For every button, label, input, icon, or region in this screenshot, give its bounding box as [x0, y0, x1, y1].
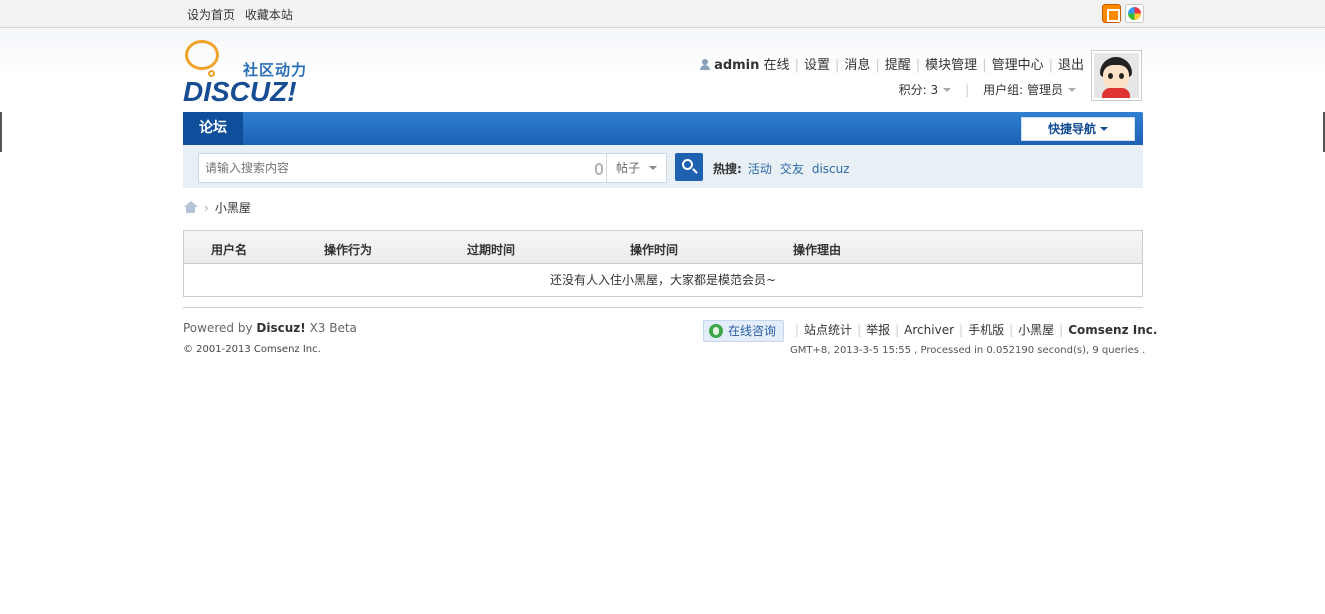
stats-link[interactable]: 站点统计	[804, 323, 852, 337]
chevron-down-icon	[1100, 127, 1108, 131]
credits-label: 积分: 3	[898, 83, 939, 97]
column-operate-time: 操作时间	[630, 243, 679, 257]
bookmark-link[interactable]: 收藏本站	[245, 8, 293, 22]
powered-by: Powered by Discuz! X3 Beta	[183, 321, 357, 335]
breadcrumb: › 小黑屋	[183, 199, 251, 216]
search-type-label: 帖子	[616, 161, 641, 175]
module-manage-link[interactable]: 模块管理	[925, 58, 977, 73]
copyright: © 2001-2013 Comsenz Inc.	[183, 344, 321, 355]
avatar[interactable]	[1091, 50, 1142, 101]
quick-nav-button[interactable]: 快捷导航	[1021, 117, 1135, 141]
powered-version: X3 Beta	[309, 321, 357, 335]
admin-center-link[interactable]: 管理中心	[992, 58, 1044, 73]
set-home-link[interactable]: 设为首页	[187, 8, 235, 22]
powered-prefix: Powered by	[183, 321, 253, 335]
home-icon[interactable]	[183, 201, 198, 214]
microphone-icon[interactable]	[595, 163, 603, 175]
consult-label: 在线咨询	[728, 324, 777, 338]
search-type-select[interactable]: 帖子	[606, 153, 667, 183]
company-link[interactable]: Comsenz Inc.	[1068, 323, 1157, 337]
discuz-logo[interactable]: 社区动力 DISCUZ!	[183, 38, 323, 107]
breadcrumb-arrow: ›	[204, 201, 209, 215]
avatar-image	[1094, 53, 1139, 98]
search-button[interactable]	[675, 153, 703, 181]
notifications-link[interactable]: 提醒	[885, 58, 911, 73]
hot-item-friends[interactable]: 交友	[780, 162, 804, 176]
hot-searches: 热搜: 活动 交友 discuz	[713, 160, 858, 177]
column-username: 用户名	[211, 243, 248, 257]
chevron-down-icon	[649, 166, 657, 170]
hot-item-discuz[interactable]: discuz	[812, 162, 850, 176]
search-bar: 帖子 热搜: 活动交友 discuz	[183, 145, 1143, 188]
table-header: 用户名 操作行为 过期时间 操作时间 操作理由	[184, 231, 1142, 264]
footer-links: | 站点统计 | 举报 | Archiver | 手机版 | 小黑屋 | Comsenz Inc.	[795, 323, 1158, 337]
column-action: 操作行为	[324, 243, 373, 257]
top-bar: 设为首页 收藏本站	[0, 0, 1325, 28]
search-input[interactable]	[199, 154, 579, 182]
settings-link[interactable]: 设置	[804, 58, 830, 73]
online-status[interactable]: 在线	[764, 58, 790, 73]
hot-label: 热搜:	[713, 162, 742, 176]
column-expire-time: 过期时间	[467, 243, 516, 257]
blacklist-link[interactable]: 小黑屋	[1018, 323, 1054, 337]
style-switch-icon[interactable]	[1125, 4, 1144, 23]
logo-wordmark: DISCUZ!	[183, 76, 297, 107]
column-reason: 操作理由	[793, 243, 842, 257]
empty-row: 还没有人入住小黑屋，大家都是模范会员~	[549, 273, 777, 287]
messages-link[interactable]: 消息	[844, 58, 870, 73]
user-info: 积分: 3 | 用户组: 管理员	[899, 81, 1076, 98]
online-consult-button[interactable]: 在线咨询	[703, 320, 784, 342]
mobile-link[interactable]: 手机版	[968, 323, 1004, 337]
quick-nav-label: 快捷导航	[1047, 122, 1096, 136]
main-nav: 论坛 快捷导航	[183, 112, 1143, 145]
hot-item-activity[interactable]: 活动	[748, 162, 772, 176]
breadcrumb-current: 小黑屋	[214, 201, 251, 215]
archiver-link[interactable]: Archiver	[904, 323, 954, 337]
report-link[interactable]: 举报	[866, 323, 890, 337]
credits-dropdown[interactable]: 积分: 3	[899, 83, 952, 97]
header: 社区动力 DISCUZ! admin 在线 | 设置 | 消息 | 提醒 | 模块管理 | 管理中心…	[0, 28, 1325, 112]
footer-divider	[183, 307, 1143, 308]
chevron-down-icon	[943, 88, 952, 92]
fullscreen-icon[interactable]	[1102, 4, 1121, 23]
username-link[interactable]: admin	[714, 58, 759, 73]
blacklist-table: 用户名 操作行为 过期时间 操作时间 操作理由 还没有人入住小黑屋，大家都是模范…	[183, 230, 1143, 297]
processed-info: GMT+8, 2013-3-5 15:55 , Processed in 0.0…	[790, 345, 1146, 356]
user-nav: admin 在线 | 设置 | 消息 | 提醒 | 模块管理 | 管理中心 | 退出	[700, 54, 1084, 73]
chat-icon	[709, 324, 723, 338]
search-icon	[682, 159, 693, 170]
logo-bubble-icon	[185, 40, 219, 70]
search-box	[198, 153, 607, 183]
user-group-label: 用户组: 管理员	[983, 83, 1063, 97]
chevron-down-icon	[1068, 88, 1076, 92]
logout-link[interactable]: 退出	[1058, 58, 1084, 73]
powered-brand-link[interactable]: Discuz!	[256, 321, 305, 335]
user-icon	[700, 59, 711, 70]
tab-forum[interactable]: 论坛	[183, 112, 243, 145]
user-group-dropdown[interactable]: 用户组: 管理员	[983, 83, 1076, 97]
top-links: 设为首页 收藏本站	[187, 6, 299, 23]
